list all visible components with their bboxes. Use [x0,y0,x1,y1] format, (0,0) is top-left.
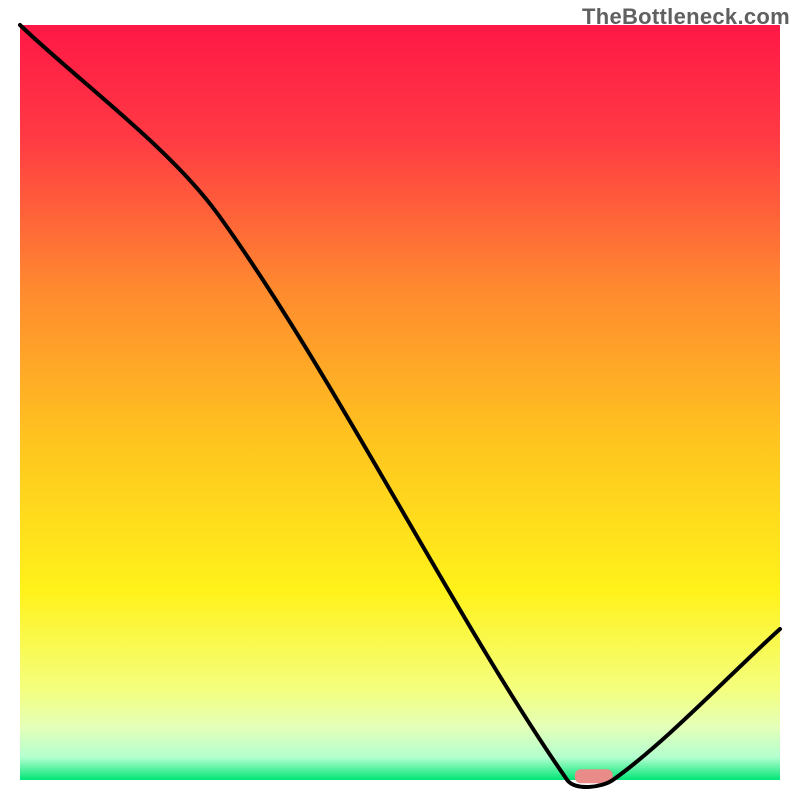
plot-area [20,25,780,780]
bottleneck-chart [0,0,800,800]
attribution-label: TheBottleneck.com [582,4,790,30]
